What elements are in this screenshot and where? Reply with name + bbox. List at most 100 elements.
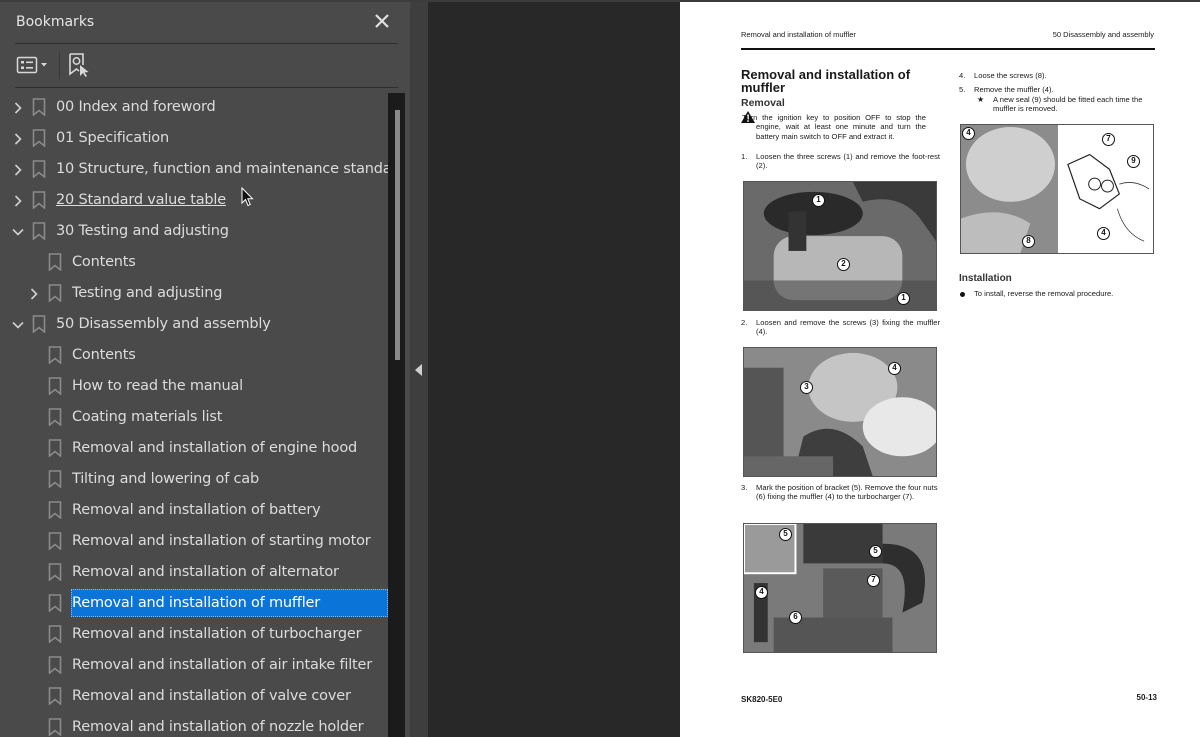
bookmark-label: 10 Structure, function and maintenance s… — [56, 161, 388, 177]
footer-model: SK820-5E0 — [741, 695, 783, 704]
bookmark-item[interactable]: 10 Structure, function and maintenance s… — [0, 156, 388, 182]
chevron-down-icon[interactable] — [11, 224, 25, 238]
bookmark-label: Coating materials list — [72, 409, 223, 425]
bookmarks-panel: Bookmarks 00 Index and foreword 01 Specif… — [0, 2, 410, 737]
bookmark-label: Removal and installation of alternator — [72, 564, 339, 580]
bookmark-item[interactable]: Removal and installation of nozzle holde… — [0, 714, 388, 737]
step-text: Loose the screws (8). — [974, 71, 1047, 80]
step-text: Mark the position of bracket (5). Remove… — [756, 483, 938, 502]
bookmark-item[interactable]: Removal and installation of alternator — [0, 559, 388, 585]
bookmark-label: Removal and installation of battery — [72, 502, 321, 518]
bookmark-item[interactable]: Removal and installation of turbocharger — [0, 621, 388, 647]
options-dropdown-button[interactable] — [16, 53, 52, 77]
bookmark-label: Removal and installation of air intake f… — [72, 657, 373, 673]
note-text: A new seal (9) should be fitted each tim… — [993, 95, 1143, 114]
bookmark-label: Contents — [72, 254, 136, 270]
chevron-right-icon[interactable] — [11, 131, 25, 145]
figure-4-photo-diagram — [960, 124, 1154, 254]
bookmark-item[interactable]: Removal and installation of engine hood — [0, 435, 388, 461]
close-icon — [375, 14, 389, 28]
bookmark-label: Removal and installation of valve cover — [72, 688, 351, 704]
bookmark-label: How to read the manual — [72, 378, 243, 394]
bookmark-item[interactable]: Contents — [0, 342, 388, 368]
scrollbar-thumb[interactable] — [395, 110, 400, 360]
section-title: Removal and installation of muffler — [741, 67, 911, 95]
bookmark-label: Tilting and lowering of cab — [72, 471, 259, 487]
bookmark-label: 20 Standard value table — [56, 192, 226, 208]
bookmark-item[interactable]: Testing and adjusting — [0, 280, 388, 306]
step-number: 4. — [959, 71, 966, 80]
collapse-panel-arrow-icon[interactable] — [415, 364, 423, 376]
chevron-down-icon[interactable] — [11, 317, 25, 331]
step-text: Remove the muffler (4). — [974, 85, 1054, 94]
step-number: 1. — [741, 152, 748, 161]
bookmark-icon — [48, 253, 62, 272]
bookmark-item[interactable]: 20 Standard value table — [0, 187, 388, 213]
bookmark-item[interactable]: Contents — [0, 249, 388, 275]
bookmark-icon — [32, 160, 46, 179]
callout-label: 1 — [897, 292, 910, 305]
bookmark-icon — [48, 346, 62, 365]
figure-2-photo — [743, 347, 937, 477]
bookmark-item[interactable]: Removal and installation of valve cover — [0, 683, 388, 709]
bookmark-icon — [48, 408, 62, 427]
callout-label: 7 — [867, 574, 880, 587]
bookmark-item[interactable]: Coating materials list — [0, 404, 388, 430]
chevron-right-icon[interactable] — [11, 162, 25, 176]
bookmark-icon — [48, 656, 62, 675]
bookmark-label: 01 Specification — [56, 130, 169, 146]
panel-title: Bookmarks — [16, 14, 95, 30]
callout-label: 7 — [1102, 133, 1115, 146]
bookmark-icon — [48, 532, 62, 551]
bookmark-label: 00 Index and foreword — [56, 99, 216, 115]
chevron-right-icon[interactable] — [11, 193, 25, 207]
bookmark-item[interactable]: Tilting and lowering of cab — [0, 466, 388, 492]
bookmark-item[interactable]: 30 Testing and adjusting — [0, 218, 388, 244]
bookmark-item[interactable]: Removal and installation of air intake f… — [0, 652, 388, 678]
running-header-left: Removal and installation of muffler — [741, 30, 856, 39]
pdf-page: Removal and installation of muffler 50 D… — [680, 2, 1200, 737]
bookmark-icon — [32, 129, 46, 148]
callout-label: 4 — [1097, 227, 1110, 240]
callout-label: 1 — [812, 194, 825, 207]
bookmark-label: Contents — [72, 347, 136, 363]
list-options-icon — [16, 56, 47, 74]
installation-heading: Installation — [959, 273, 1012, 284]
bookmark-item[interactable]: Removal and installation of starting mot… — [0, 528, 388, 554]
bookmark-icon — [32, 315, 46, 334]
figure-3-photo — [743, 523, 937, 653]
bookmark-icon — [48, 563, 62, 582]
bookmark-item[interactable]: How to read the manual — [0, 373, 388, 399]
bookmark-item[interactable]: Removal and installation of battery — [0, 497, 388, 523]
divider — [15, 43, 398, 44]
bookmark-label: Removal and installation of turbocharger — [72, 626, 362, 642]
callout-label: 2 — [837, 258, 850, 271]
bookmark-tree: 00 Index and foreword 01 Specification 10 … — [0, 90, 388, 737]
bookmark-icon — [48, 501, 62, 520]
step-number: 5. — [959, 85, 966, 94]
bookmark-icon — [48, 625, 62, 644]
bookmark-icon — [32, 222, 46, 241]
bookmark-label: Removal and installation of nozzle holde… — [72, 719, 364, 735]
callout-label: 4 — [755, 586, 768, 599]
bullet-icon — [960, 292, 965, 297]
chevron-right-icon[interactable] — [27, 286, 41, 300]
step-text: Loosen the three screws (1) and remove t… — [756, 152, 940, 171]
bookmark-label: Removal and installation of engine hood — [72, 440, 357, 456]
bookmark-item[interactable]: 01 Specification — [0, 125, 388, 151]
step-text: Loosen and remove the screws (3) fixing … — [756, 318, 940, 337]
removal-heading: Removal — [741, 97, 785, 109]
bookmark-icon — [32, 98, 46, 117]
callout-label: 3 — [800, 381, 813, 394]
close-panel-button[interactable] — [372, 11, 392, 31]
header-rule — [741, 48, 1155, 50]
find-current-bookmark-button[interactable] — [67, 52, 91, 78]
toolbar-separator — [59, 52, 60, 79]
chevron-right-icon[interactable] — [11, 100, 25, 114]
bookmark-item[interactable]: Removal and installation of muffler — [0, 589, 388, 617]
bookmark-item[interactable]: 00 Index and foreword — [0, 94, 388, 120]
note-star-icon: ★ — [977, 95, 985, 104]
bookmark-item[interactable]: 50 Disassembly and assembly — [0, 311, 388, 337]
bookmark-label: 30 Testing and adjusting — [56, 223, 229, 239]
callout-label: 5 — [869, 545, 882, 558]
